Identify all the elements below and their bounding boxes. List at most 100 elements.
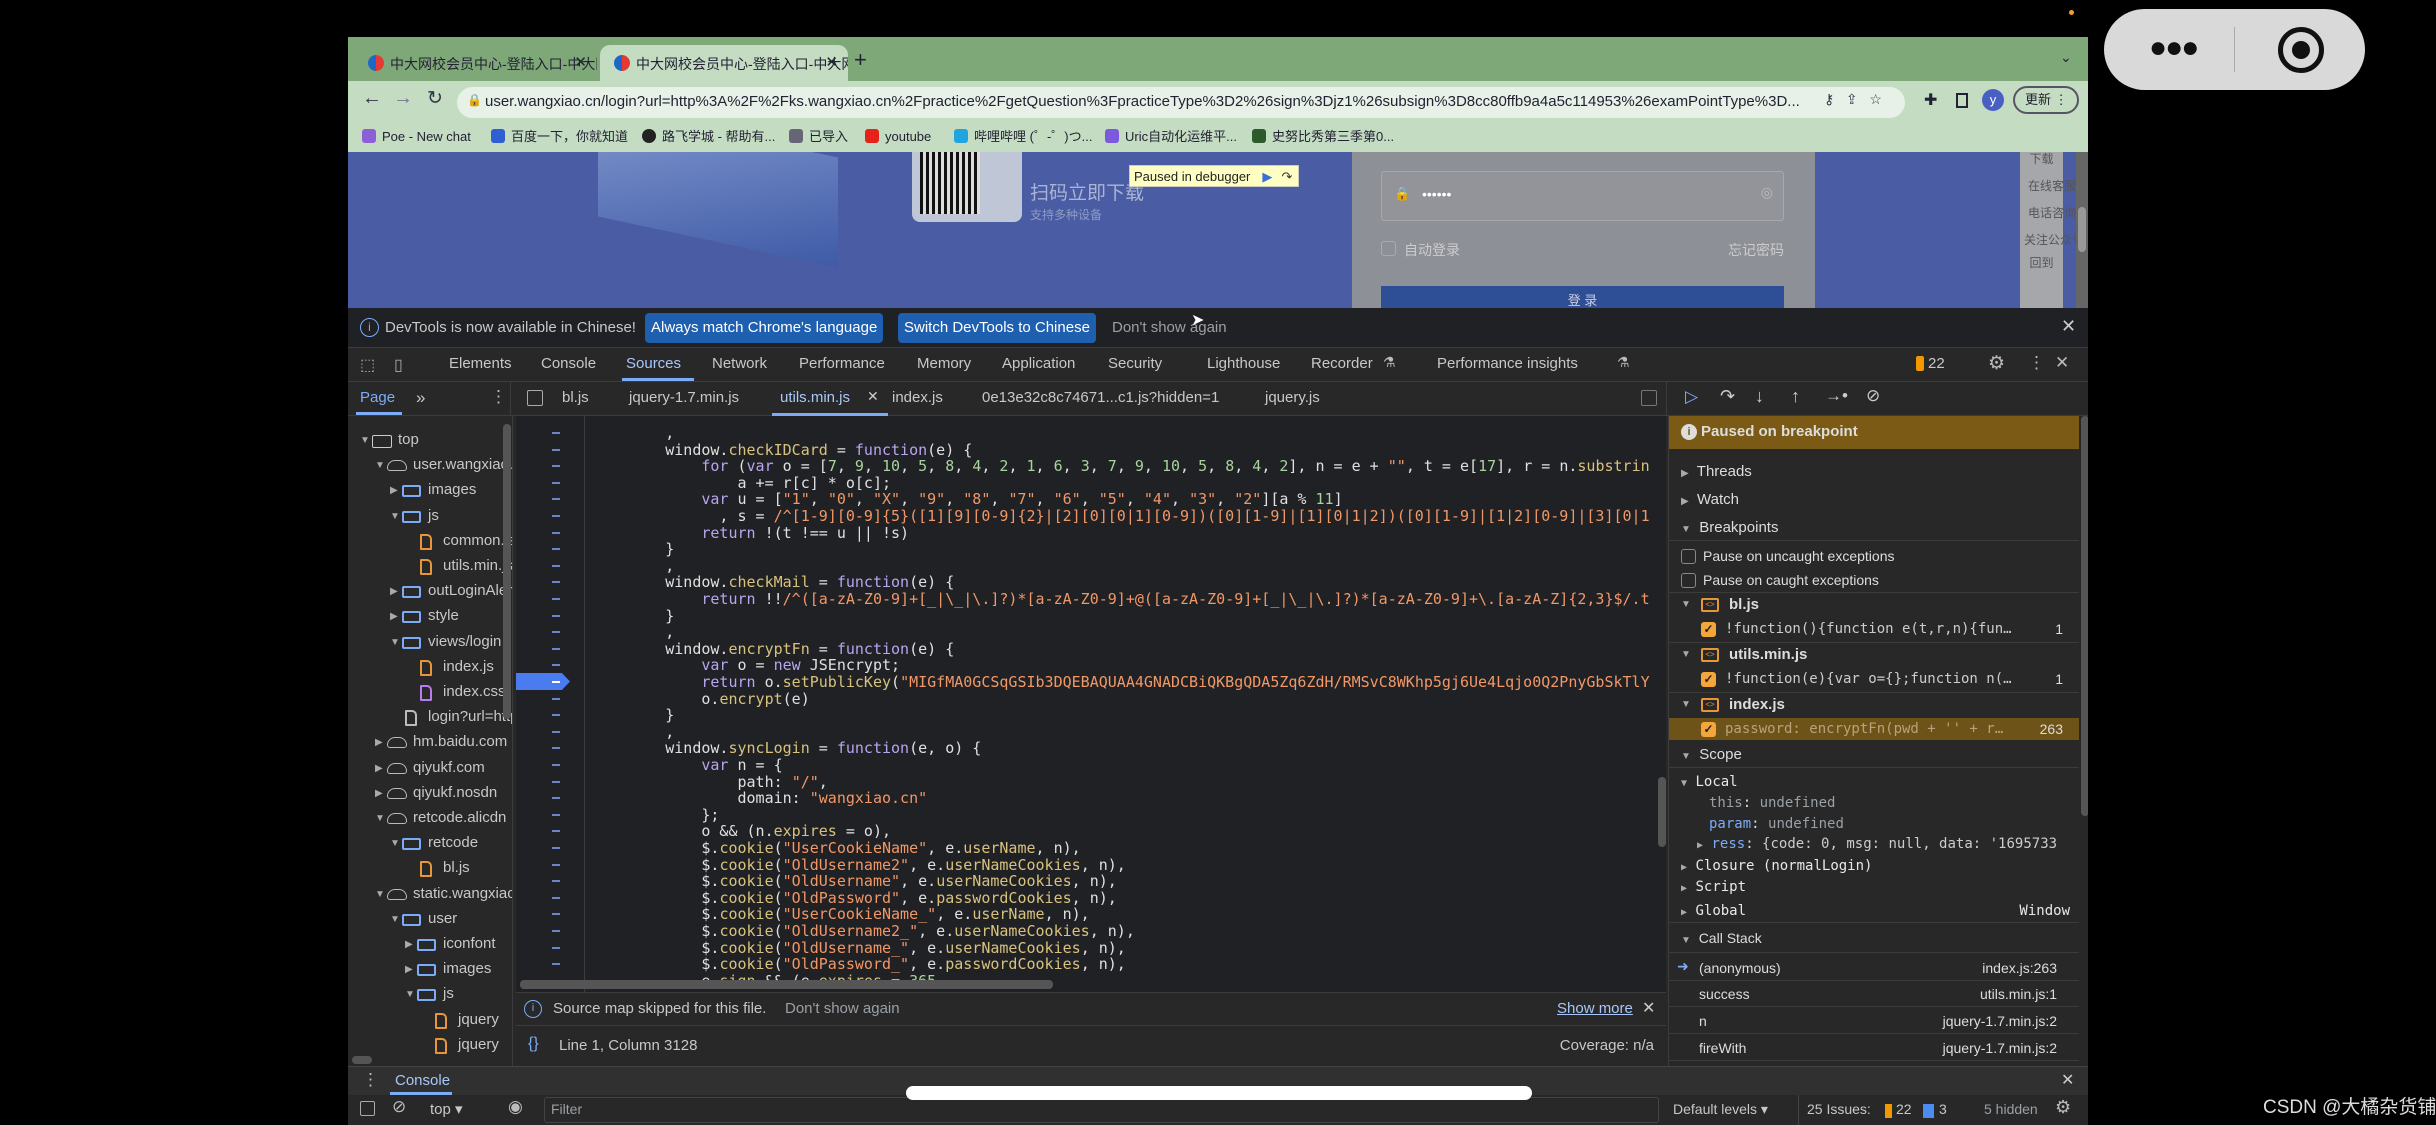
tree-item[interactable]: bl.js [348,858,508,880]
line-marker[interactable] [552,498,560,501]
expanded-arrow-icon[interactable]: ▼ [390,914,400,925]
bookmark[interactable]: Poe - New chat [362,126,471,148]
threads-section[interactable]: ▶ Threads [1681,462,1752,482]
line-marker[interactable] [552,930,560,932]
line-marker[interactable] [552,664,560,667]
tree-item[interactable]: ▼ user.wangxiao.cn [348,455,512,477]
scope-variable[interactable]: ▶ ress: {code: 0, msg: null, data: '1695… [1697,834,2057,854]
tab-network[interactable]: Network [712,355,767,372]
expanded-arrow-icon[interactable]: ▼ [375,460,385,471]
bookmark[interactable]: youtube [865,126,931,148]
file-tab[interactable]: jquery-1.7.min.js [629,389,739,406]
line-marker[interactable] [552,564,560,567]
sidebar-online-service[interactable]: 在线客服 [2028,179,2076,194]
expanded-arrow-icon[interactable]: ▼ [390,838,400,849]
close-banner-icon[interactable]: ✕ [2061,316,2076,337]
close-infobar-icon[interactable]: ✕ [1642,998,1655,1018]
key-icon[interactable]: ⚷ ⇪ ☆ [1818,91,1882,108]
line-marker[interactable] [552,647,560,650]
tree-item[interactable]: ▶ outLoginAlert [348,581,512,603]
scope-variable[interactable]: param: undefined [1709,814,1844,834]
file-tab[interactable]: utils.min.js [780,389,850,406]
tree-item[interactable]: ▶ hm.baidu.com [348,732,508,754]
tree-item[interactable]: login?url=http [348,707,512,729]
extensions-icon[interactable]: ✚ [1924,90,1937,110]
issues-count[interactable]: 22 [1928,355,1945,372]
log-levels-dropdown[interactable]: Default levels ▾ [1673,1101,1768,1118]
file-tab[interactable]: 0e13e32c8c74671...c1.js?hidden=1 [982,389,1219,406]
line-marker[interactable] [552,896,560,899]
code-editor[interactable]: , window.checkIDCard = function(e) { for… [516,416,1666,992]
login-button[interactable]: 登 录 [1381,286,1784,308]
tree-item[interactable]: ▼ js [348,984,508,1006]
resume-icon[interactable]: ▷ [1685,387,1698,407]
navigator-scrollbar[interactable] [503,424,511,719]
frame-location[interactable]: jquery-1.7.min.js:2 [1943,1011,2057,1031]
tree-item[interactable]: jquery [348,1010,508,1032]
home-indicator[interactable] [906,1086,1532,1100]
tree-item[interactable]: ▼ views/login [348,632,508,654]
tab-search-chevron-icon[interactable]: ⌄ [2060,49,2072,66]
line-marker[interactable] [552,432,560,434]
bookmark[interactable]: 路飞学城 - 帮助有... [642,126,775,148]
line-marker[interactable] [552,631,560,634]
tree-item[interactable]: jquery [348,1035,508,1057]
bookmark[interactable]: Uric自动化运维平... [1105,126,1237,148]
line-marker[interactable] [552,598,560,600]
breakpoint-entry[interactable]: ✓ !function(e){var o={};function n(… 1 [1669,668,2079,690]
breakpoint-checkbox[interactable]: ✓ [1701,722,1716,737]
scope-variable[interactable]: this: undefined [1709,793,1835,813]
sidebar-scrollbar[interactable] [2081,416,2088,816]
dont-show-again-button[interactable]: Don't show again [785,1000,900,1017]
pause-caught-checkbox[interactable] [1681,573,1696,588]
browser-tab[interactable]: 中大网校会员中心-登陆入口-中大网校✕ [354,45,597,81]
line-marker[interactable] [552,830,560,833]
line-marker[interactable] [552,847,560,849]
frame-location[interactable]: utils.min.js:1 [1980,984,2057,1004]
context-selector[interactable]: top ▾ [430,1100,463,1118]
scope-global[interactable]: ▶ Global [1681,901,1746,921]
line-marker[interactable] [552,697,560,700]
issues-label[interactable]: 25 Issues: [1807,1101,1871,1117]
reload-icon[interactable]: ↻ [427,87,443,110]
tree-item[interactable]: ▶ images [348,480,508,502]
line-marker[interactable] [552,730,560,733]
line-marker[interactable] [552,548,560,551]
pretty-print-icon[interactable]: {} [528,1035,539,1053]
device-toolbar-icon[interactable]: ▯ [394,355,403,375]
close-tab-icon[interactable]: ✕ [574,53,587,71]
scope-section[interactable]: ▼ Scope [1681,745,1742,765]
tab-performance-insights[interactable]: Performance insights [1437,355,1578,372]
new-tab-button[interactable]: + [854,47,867,73]
editor-hscrollbar[interactable] [520,980,1053,989]
breakpoint-file[interactable]: ▼ <> utils.min.js [1669,644,2079,666]
expanded-arrow-icon[interactable]: ▼ [1681,778,1687,789]
line-marker[interactable] [552,481,560,484]
line-marker[interactable] [552,863,560,866]
step-out-icon[interactable]: ↑ [1791,386,1800,407]
call-frame[interactable]: fireWith jquery-1.7.min.js:2 [1669,1035,2079,1061]
step-over-icon[interactable]: ↷ [1720,386,1735,407]
collapsed-arrow-icon[interactable]: ▶ [375,788,383,799]
step-into-icon[interactable]: ↓ [1755,386,1764,407]
bookmark[interactable]: 百度一下，你就知道 [491,126,628,148]
close-drawer-icon[interactable]: ✕ [2061,1070,2074,1090]
match-language-button[interactable]: Always match Chrome's language [645,313,884,343]
collapsed-arrow-icon[interactable]: ▶ [1681,862,1687,873]
pause-uncaught-checkbox[interactable] [1681,549,1696,564]
collapsed-arrow-icon[interactable]: ▶ [405,939,413,950]
show-password-icon[interactable]: ◎ [1761,184,1773,201]
tab-elements[interactable]: Elements [449,355,512,372]
expanded-arrow-icon[interactable]: ▼ [375,813,385,824]
line-marker[interactable] [552,780,560,783]
tab-application[interactable]: Application [1002,355,1075,372]
sidebar-phone[interactable]: 电话咨询 [2028,206,2076,221]
tree-item[interactable]: ▶ qiyukf.nosdn [348,783,508,805]
tree-item[interactable]: ▼ js [348,506,508,528]
line-marker[interactable] [552,448,560,451]
line-marker[interactable] [552,913,560,916]
expanded-arrow-icon[interactable]: ▼ [375,889,385,900]
console-sidebar-icon[interactable] [360,1101,375,1116]
tree-item[interactable]: ▼ retcode.alicdn [348,808,508,830]
line-marker[interactable] [552,963,560,966]
